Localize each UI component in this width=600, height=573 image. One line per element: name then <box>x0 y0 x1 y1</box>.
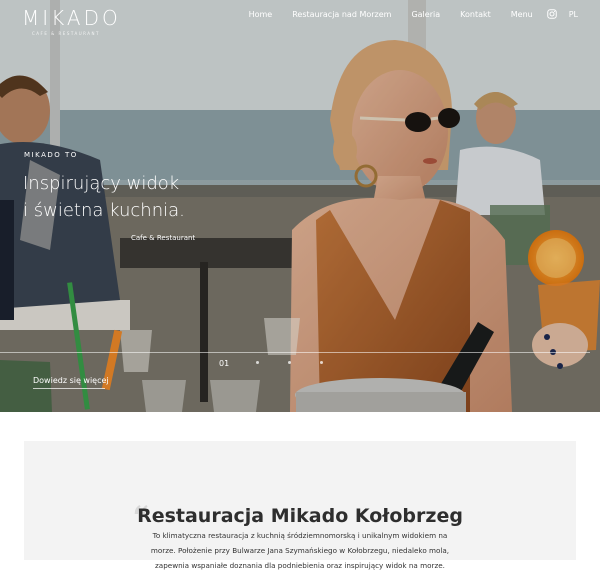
learn-more-link[interactable]: Dowiedz się więcej <box>33 376 109 385</box>
slider-dot[interactable] <box>320 361 323 364</box>
nav-galeria[interactable]: Galeria <box>411 10 440 19</box>
instagram-icon[interactable] <box>546 9 557 19</box>
main-nav: Home Restauracja nad Morzem Galeria Kont… <box>249 9 578 19</box>
hero-headline-line-1: Inspirujący widok <box>23 173 180 194</box>
site-logo[interactable]: MIKADO <box>22 6 121 30</box>
slider-dots <box>256 361 352 364</box>
learn-more-underline <box>33 388 105 389</box>
nav-kontakt[interactable]: Kontakt <box>460 10 491 19</box>
slider-dot[interactable] <box>256 361 259 364</box>
intro-body: To klimatyczna restauracja z kuchnią śró… <box>150 531 450 571</box>
hero-eyebrow: MIKADO TO <box>24 151 78 159</box>
slider-dot[interactable] <box>288 361 291 364</box>
language-switch[interactable]: PL <box>569 10 578 19</box>
intro-section: “ Restauracja Mikado Kołobrzeg To klimat… <box>24 441 576 570</box>
intro-title: Restauracja Mikado Kołobrzeg <box>137 504 463 527</box>
hero-section: MIKADO CAFE & RESTAURANT Home Restauracj… <box>0 0 600 412</box>
nav-menu[interactable]: Menu <box>511 10 533 19</box>
hero-headline: Inspirujący widok i świetna kuchnia. <box>23 170 185 224</box>
hero-headline-line-2: i świetna kuchnia. <box>23 200 185 221</box>
slide-number: 01 <box>219 359 230 368</box>
hero-tagline: Cafe & Restaurant <box>131 234 196 242</box>
nav-home[interactable]: Home <box>249 10 273 19</box>
site-header: MIKADO CAFE & RESTAURANT Home Restauracj… <box>0 0 600 40</box>
nav-restauracja-nad-morzem[interactable]: Restauracja nad Morzem <box>292 10 391 19</box>
hero-divider <box>0 352 590 353</box>
logo-subtitle: CAFE & RESTAURANT <box>32 31 100 36</box>
